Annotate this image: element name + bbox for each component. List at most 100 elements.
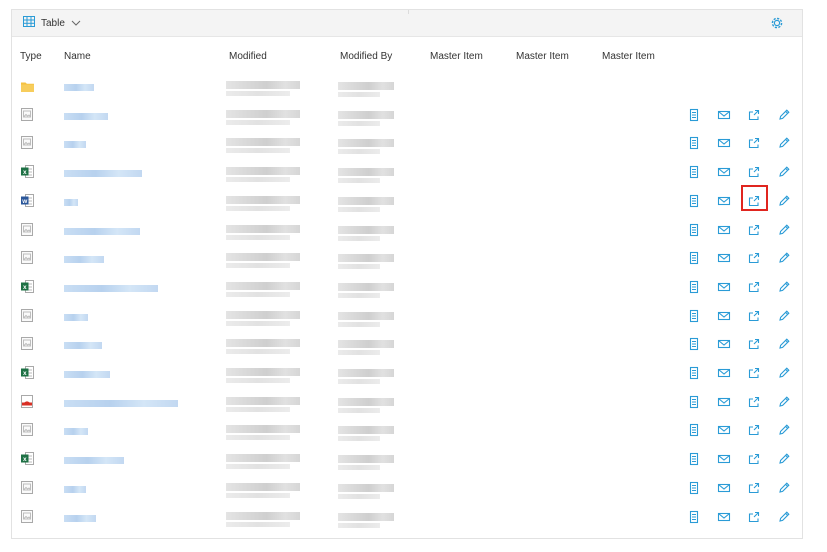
email-button[interactable]	[717, 309, 731, 323]
column-header-master-item-1[interactable]: Master Item	[430, 51, 483, 62]
email-button[interactable]	[717, 423, 731, 437]
file-name-link[interactable]	[64, 284, 158, 292]
view-document-button[interactable]	[687, 510, 701, 524]
file-name-link[interactable]	[64, 112, 108, 120]
file-name-link[interactable]	[64, 342, 102, 350]
share-button[interactable]	[747, 165, 761, 179]
email-button[interactable]	[717, 452, 731, 466]
edit-button[interactable]	[777, 481, 791, 495]
share-button[interactable]	[747, 108, 761, 122]
email-button[interactable]	[717, 510, 731, 524]
view-document-button[interactable]	[687, 337, 701, 351]
table-row[interactable]	[12, 474, 802, 502]
view-document-button[interactable]	[687, 194, 701, 208]
edit-button[interactable]	[777, 452, 791, 466]
table-row[interactable]	[12, 244, 802, 272]
share-button[interactable]	[747, 251, 761, 265]
edit-button[interactable]	[777, 251, 791, 265]
share-button[interactable]	[747, 309, 761, 323]
edit-button[interactable]	[777, 136, 791, 150]
column-header-type[interactable]: Type	[20, 51, 42, 62]
column-header-modified-by[interactable]: Modified By	[340, 51, 392, 62]
table-row[interactable]: w	[12, 187, 802, 215]
edit-button[interactable]	[777, 337, 791, 351]
view-document-button[interactable]	[687, 280, 701, 294]
table-row[interactable]	[12, 216, 802, 244]
email-button[interactable]	[717, 337, 731, 351]
share-button[interactable]	[747, 395, 761, 409]
file-name-link[interactable]	[64, 170, 142, 178]
table-row[interactable]	[12, 416, 802, 444]
view-document-button[interactable]	[687, 452, 701, 466]
edit-button[interactable]	[777, 366, 791, 380]
share-button[interactable]	[747, 337, 761, 351]
email-button[interactable]	[717, 136, 731, 150]
file-name-link[interactable]	[64, 256, 104, 264]
table-row[interactable]	[12, 72, 802, 100]
view-document-button[interactable]	[687, 251, 701, 265]
email-button[interactable]	[717, 108, 731, 122]
table-row[interactable]: x	[12, 359, 802, 387]
column-header-master-item-2[interactable]: Master Item	[516, 51, 569, 62]
table-row[interactable]: x	[12, 158, 802, 186]
file-name-link[interactable]	[64, 371, 110, 378]
table-row[interactable]	[12, 503, 802, 531]
table-row[interactable]: x	[12, 273, 802, 301]
file-name-link[interactable]	[64, 428, 88, 436]
edit-button[interactable]	[777, 309, 791, 323]
view-document-button[interactable]	[687, 423, 701, 437]
email-button[interactable]	[717, 395, 731, 409]
file-name-link[interactable]	[64, 313, 88, 321]
file-name-link[interactable]	[64, 227, 140, 235]
table-row[interactable]	[12, 129, 802, 157]
view-document-button[interactable]	[687, 395, 701, 409]
email-button[interactable]	[717, 366, 731, 380]
table-row[interactable]	[12, 101, 802, 129]
share-button[interactable]	[747, 423, 761, 437]
share-button[interactable]	[747, 452, 761, 466]
column-header-modified[interactable]: Modified	[229, 51, 267, 62]
share-button[interactable]	[747, 280, 761, 294]
edit-button[interactable]	[777, 280, 791, 294]
share-button[interactable]	[747, 223, 761, 237]
table-row[interactable]	[12, 388, 802, 416]
edit-button[interactable]	[777, 395, 791, 409]
edit-button[interactable]	[777, 165, 791, 179]
edit-button[interactable]	[777, 423, 791, 437]
email-button[interactable]	[717, 251, 731, 265]
file-name-link[interactable]	[64, 514, 96, 522]
view-document-button[interactable]	[687, 309, 701, 323]
email-button[interactable]	[717, 223, 731, 237]
file-name-link[interactable]	[64, 198, 78, 206]
view-document-button[interactable]	[687, 481, 701, 495]
file-name-link[interactable]	[64, 485, 86, 493]
view-document-button[interactable]	[687, 223, 701, 237]
view-switcher-button[interactable]: Table	[23, 15, 81, 31]
table-row[interactable]	[12, 330, 802, 358]
file-name-link[interactable]	[64, 84, 94, 91]
email-button[interactable]	[717, 481, 731, 495]
email-button[interactable]	[717, 194, 731, 208]
edit-button[interactable]	[777, 223, 791, 237]
file-name-link[interactable]	[64, 457, 124, 465]
file-name-link[interactable]	[64, 141, 86, 149]
email-button[interactable]	[717, 280, 731, 294]
gear-icon[interactable]	[770, 16, 784, 30]
column-header-name[interactable]: Name	[64, 51, 91, 62]
file-name-link[interactable]	[64, 399, 178, 407]
view-document-button[interactable]	[687, 366, 701, 380]
share-button[interactable]	[747, 510, 761, 524]
share-button[interactable]	[747, 481, 761, 495]
column-header-master-item-3[interactable]: Master Item	[602, 51, 655, 62]
view-document-button[interactable]	[687, 136, 701, 150]
table-row[interactable]: x	[12, 445, 802, 473]
edit-button[interactable]	[777, 194, 791, 208]
view-document-button[interactable]	[687, 165, 701, 179]
share-button[interactable]	[747, 136, 761, 150]
edit-button[interactable]	[777, 510, 791, 524]
email-button[interactable]	[717, 165, 731, 179]
share-button[interactable]	[747, 366, 761, 380]
table-row[interactable]	[12, 302, 802, 330]
edit-button[interactable]	[777, 108, 791, 122]
view-document-button[interactable]	[687, 108, 701, 122]
